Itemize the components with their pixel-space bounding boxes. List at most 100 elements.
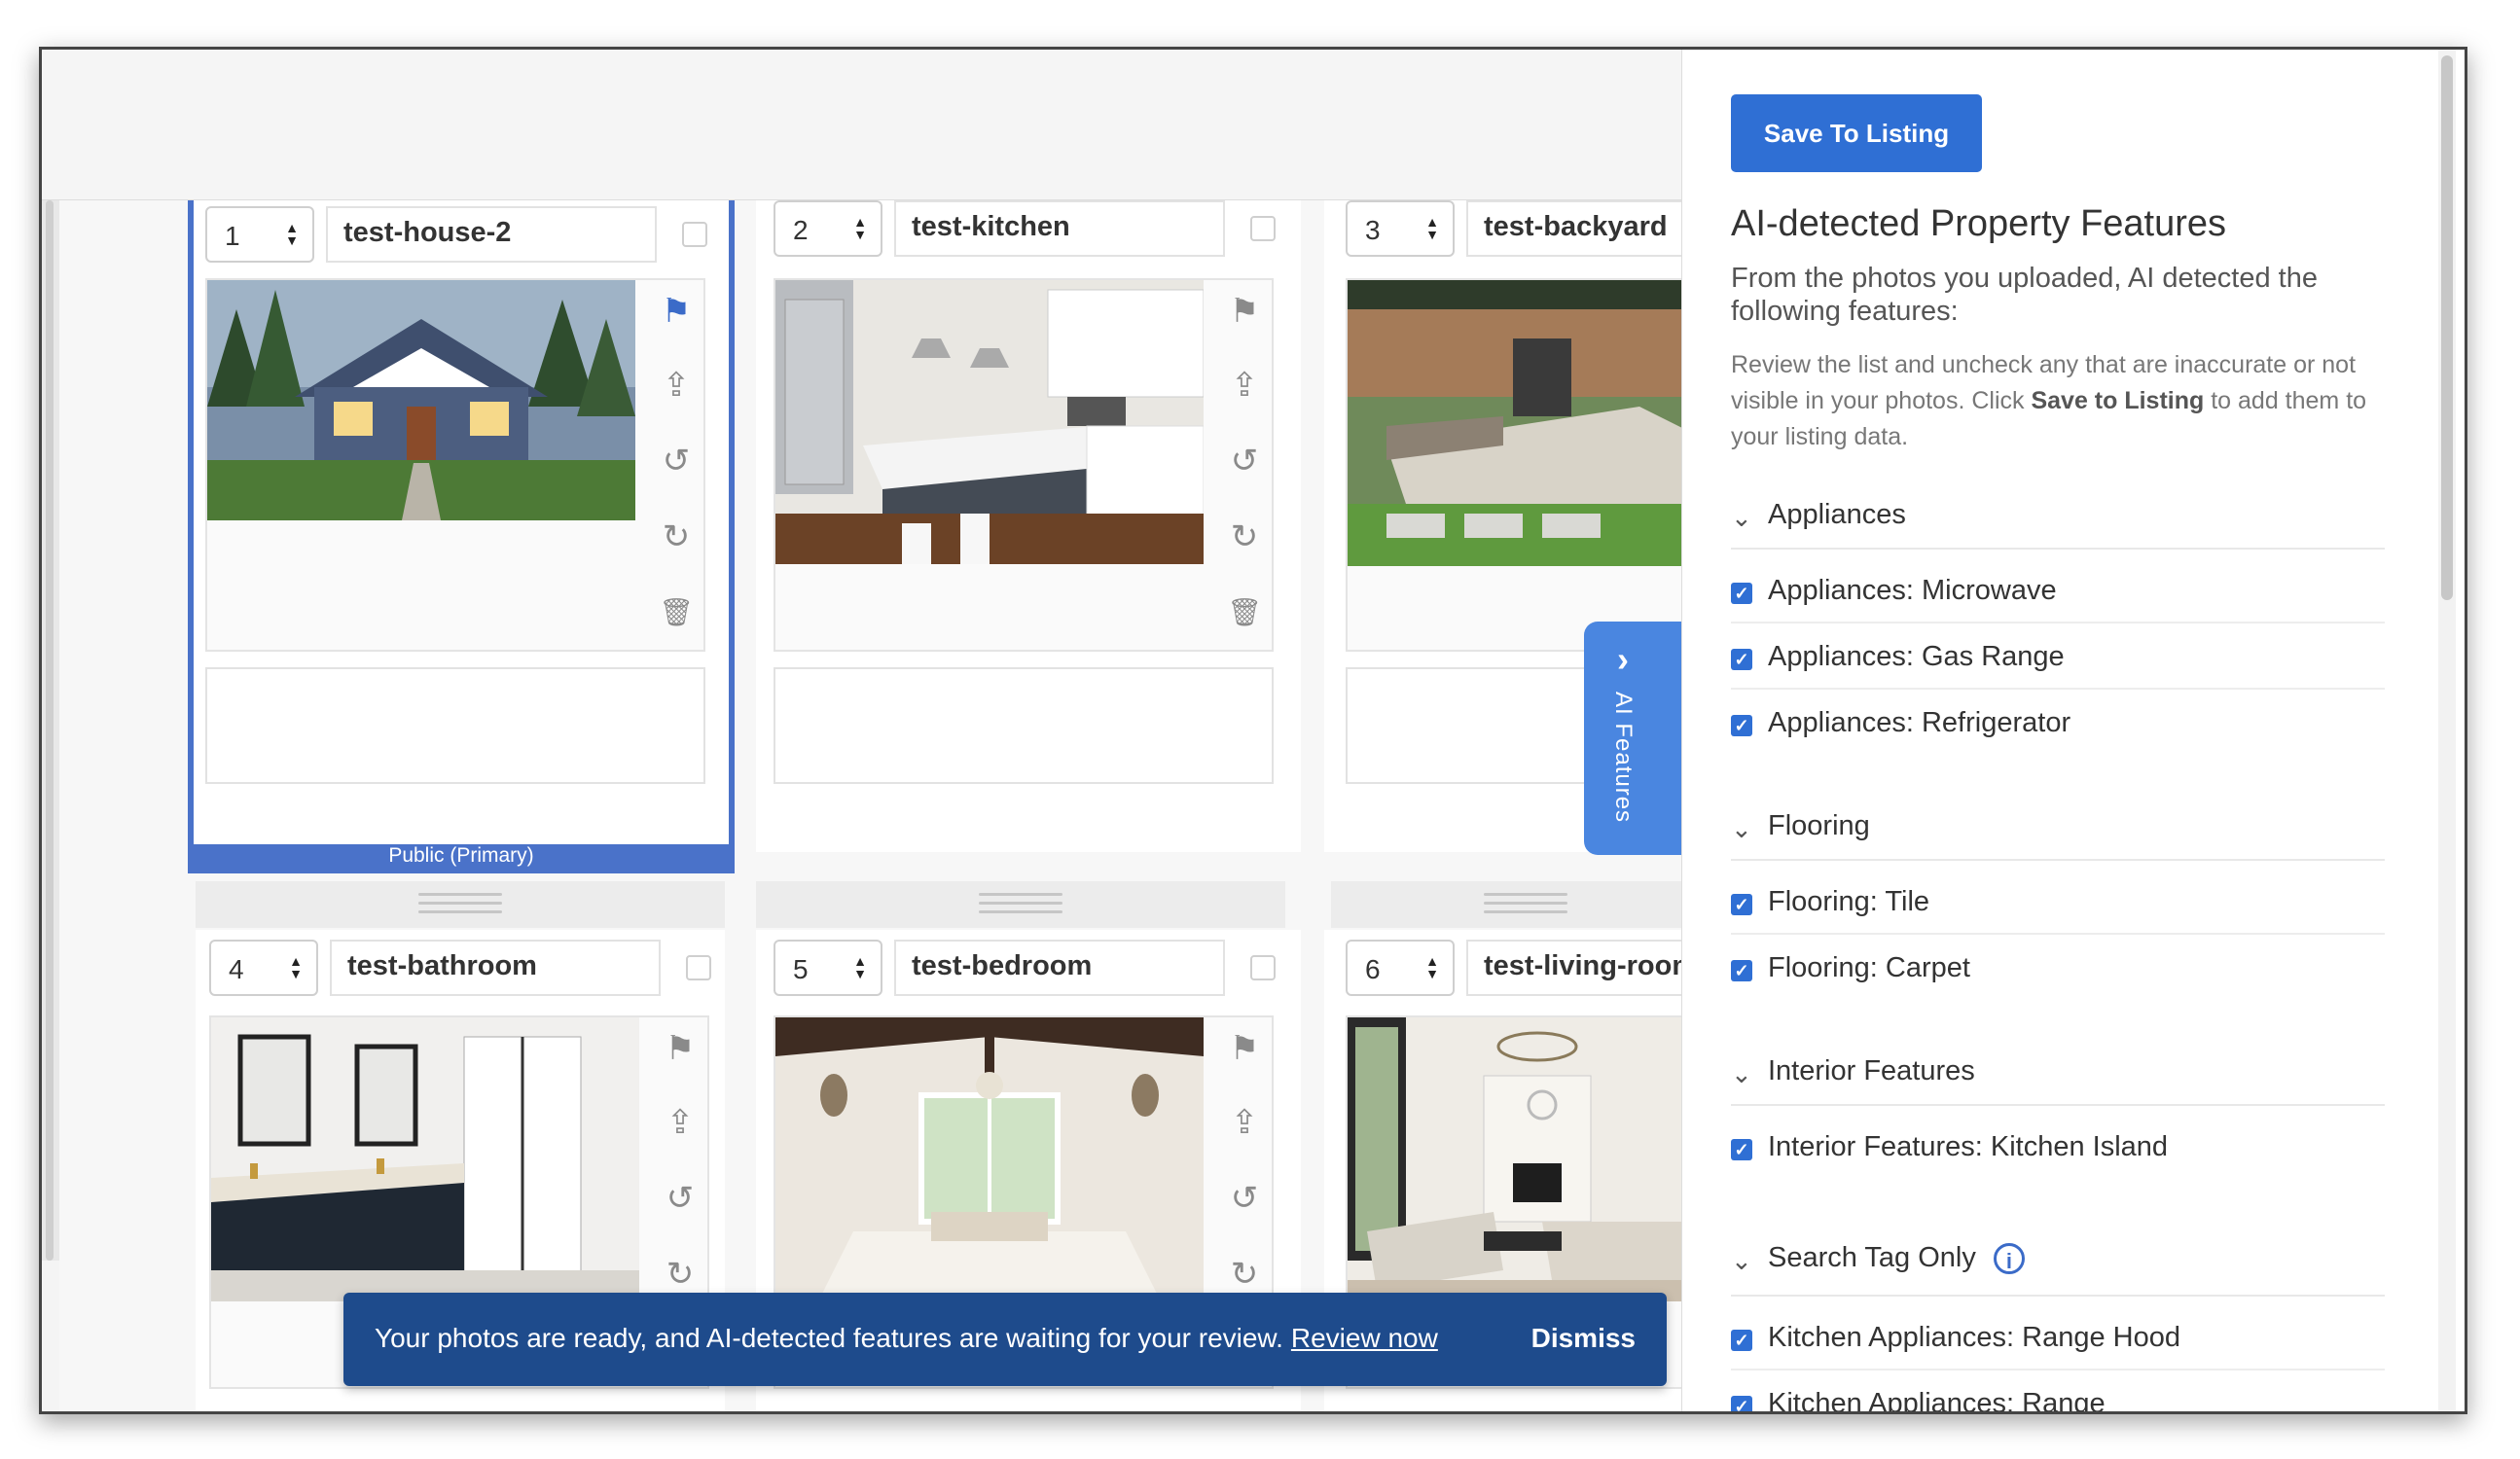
left-scrollbar-thumb[interactable] xyxy=(46,200,54,1261)
checkbox-checked[interactable]: ✓ xyxy=(1731,1396,1752,1411)
left-scrollbar[interactable] xyxy=(42,200,59,1261)
feature-item[interactable]: ✓ Kitchen Appliances: Range xyxy=(1731,1370,2385,1411)
photo-name-field[interactable]: test-bathroom xyxy=(330,940,661,996)
feature-item[interactable]: ✓ Appliances: Refrigerator xyxy=(1731,690,2385,754)
feature-label: Flooring: Carpet xyxy=(1768,952,1970,983)
chevron-down-icon: ⌄ xyxy=(1731,1059,1752,1088)
photo-name-field[interactable]: test-backyard xyxy=(1466,200,1681,257)
photo-area: ⚑ ⇪ ↺ ↻ 🗑 xyxy=(774,278,1274,652)
dismiss-button[interactable]: Dismiss xyxy=(1531,1323,1636,1354)
photo-select-checkbox[interactable] xyxy=(1250,216,1276,241)
checkbox-checked[interactable]: ✓ xyxy=(1731,583,1752,604)
photo-area xyxy=(1346,278,1681,652)
panel-subtitle: From the photos you uploaded, AI detecte… xyxy=(1731,263,2318,327)
flag-icon[interactable]: ⚑ xyxy=(661,1029,700,1068)
order-value: 3 xyxy=(1365,215,1381,245)
checkbox-checked[interactable]: ✓ xyxy=(1731,1139,1752,1160)
order-value: 2 xyxy=(793,215,809,245)
order-select[interactable]: 2 ▲ ▼ xyxy=(774,200,882,257)
photo-name-field[interactable]: test-house-2 xyxy=(326,206,657,263)
upload-icon[interactable]: ⇪ xyxy=(1225,1103,1264,1142)
order-select[interactable]: 6 ▲ ▼ xyxy=(1346,940,1455,996)
trash-icon[interactable]: 🗑 xyxy=(1225,593,1264,632)
toast-message: Your photos are ready, and AI-detected f… xyxy=(375,1323,1438,1354)
app-window: 1 ▲ ▼ test-house-2 ⚑ ⇪ ↺ ↻ 🗑 Public (Pri… xyxy=(39,47,2467,1414)
photo-image-backyard[interactable] xyxy=(1348,280,1681,566)
order-select[interactable]: 5 ▲ ▼ xyxy=(774,940,882,996)
feature-item[interactable]: ✓ Kitchen Appliances: Range Hood xyxy=(1731,1304,2385,1370)
section-flooring[interactable]: ⌄ Flooring xyxy=(1731,810,2385,861)
feature-item[interactable]: ✓ Flooring: Carpet xyxy=(1731,935,2385,999)
photo-image-bathroom[interactable] xyxy=(211,1017,639,1301)
rotate-right-icon[interactable]: ↻ xyxy=(661,1255,700,1294)
photo-select-checkbox[interactable] xyxy=(1250,955,1276,980)
checkbox-checked[interactable]: ✓ xyxy=(1731,715,1752,736)
checkbox-checked[interactable]: ✓ xyxy=(1731,1330,1752,1351)
order-select[interactable]: 1 ▲ ▼ xyxy=(205,206,314,263)
photo-image-kitchen[interactable] xyxy=(775,280,1204,564)
photo-name-field[interactable]: test-living-room xyxy=(1466,940,1681,996)
ai-features-tab[interactable]: › AI Features xyxy=(1584,622,1681,855)
photo-card[interactable]: 2 ▲ ▼ test-kitchen ⚑ ⇪ ↺ ↻ 🗑 xyxy=(756,200,1301,852)
photo-area: ⚑ ⇪ ↺ ↻ 🗑 xyxy=(205,278,705,652)
save-to-listing-button[interactable]: Save To Listing xyxy=(1731,94,1982,172)
photo-name-field[interactable]: test-kitchen xyxy=(894,200,1225,257)
select-arrows-icon: ▲ ▼ xyxy=(285,220,299,248)
rotate-left-icon[interactable]: ↺ xyxy=(1225,1179,1264,1218)
order-value: 5 xyxy=(793,954,809,984)
chevron-down-icon: ⌄ xyxy=(1731,503,1752,532)
section-interior-features[interactable]: ⌄ Interior Features xyxy=(1731,1055,2385,1106)
rotate-right-icon[interactable]: ↻ xyxy=(1225,1255,1264,1294)
flag-icon[interactable]: ⚑ xyxy=(1225,1029,1264,1068)
feature-label: Appliances: Gas Range xyxy=(1768,641,2065,672)
section-search-tag-only[interactable]: ⌄ Search Tag Only i xyxy=(1731,1242,2385,1297)
rotate-right-icon[interactable]: ↻ xyxy=(1225,517,1264,556)
order-select[interactable]: 4 ▲ ▼ xyxy=(209,940,318,996)
select-arrows-icon: ▲ ▼ xyxy=(289,953,303,981)
drag-handle[interactable] xyxy=(196,881,725,928)
section-appliances[interactable]: ⌄ Appliances xyxy=(1731,499,2385,550)
description-bold-text: Save to Listing xyxy=(2031,387,2205,414)
feature-item[interactable]: ✓ Appliances: Microwave xyxy=(1731,557,2385,623)
photo-image-bedroom[interactable] xyxy=(775,1017,1204,1325)
ai-features-tab-label: AI Features xyxy=(1610,692,1637,824)
checkbox-checked[interactable]: ✓ xyxy=(1731,894,1752,915)
feature-item[interactable]: ✓ Appliances: Gas Range xyxy=(1731,623,2385,690)
info-icon[interactable]: i xyxy=(1993,1243,2025,1275)
checkbox-checked[interactable]: ✓ xyxy=(1731,649,1752,670)
rotate-right-icon[interactable]: ↻ xyxy=(657,517,696,556)
photo-image-house[interactable] xyxy=(207,280,635,520)
photo-caption-field[interactable] xyxy=(774,667,1274,784)
photo-card[interactable]: 1 ▲ ▼ test-house-2 ⚑ ⇪ ↺ ↻ 🗑 Public (Pri… xyxy=(188,200,735,873)
chevron-down-icon: ⌄ xyxy=(1731,814,1752,843)
upload-icon[interactable]: ⇪ xyxy=(1225,366,1264,405)
photo-tools: ⚑ ⇪ ↺ ↻ 🗑 xyxy=(1215,280,1274,650)
select-arrows-icon: ▲ ▼ xyxy=(853,214,867,242)
checkbox-checked[interactable]: ✓ xyxy=(1731,960,1752,981)
feature-label: Interior Features: Kitchen Island xyxy=(1768,1131,2169,1162)
feature-item[interactable]: ✓ Flooring: Tile xyxy=(1731,869,2385,935)
flag-icon[interactable]: ⚑ xyxy=(657,292,696,331)
photo-caption-field[interactable] xyxy=(205,667,705,784)
photo-name-field[interactable]: test-bedroom xyxy=(894,940,1225,996)
rotate-left-icon[interactable]: ↺ xyxy=(661,1179,700,1218)
rotate-left-icon[interactable]: ↺ xyxy=(1225,442,1264,480)
flag-icon[interactable]: ⚑ xyxy=(1225,292,1264,331)
photo-select-checkbox[interactable] xyxy=(682,222,707,247)
drag-handle[interactable] xyxy=(1331,881,1681,928)
upload-icon[interactable]: ⇪ xyxy=(661,1103,700,1142)
upload-icon[interactable]: ⇪ xyxy=(657,366,696,405)
primary-badge: Public (Primary) xyxy=(194,844,729,868)
review-now-link[interactable]: Review now xyxy=(1291,1323,1438,1353)
feature-item[interactable]: ✓ Interior Features: Kitchen Island xyxy=(1731,1114,2385,1178)
rotate-left-icon[interactable]: ↺ xyxy=(657,442,696,480)
order-value: 1 xyxy=(225,221,240,251)
drag-handle[interactable] xyxy=(756,881,1285,928)
order-select[interactable]: 3 ▲ ▼ xyxy=(1346,200,1455,257)
trash-icon[interactable]: 🗑 xyxy=(657,593,696,632)
panel-description: Review the list and uncheck any that are… xyxy=(1731,347,2393,455)
panel-scrollbar[interactable] xyxy=(2438,50,2456,1411)
photo-select-checkbox[interactable] xyxy=(686,955,711,980)
panel-scrollbar-thumb[interactable] xyxy=(2441,55,2453,600)
photo-image-living-room[interactable] xyxy=(1348,1017,1681,1301)
